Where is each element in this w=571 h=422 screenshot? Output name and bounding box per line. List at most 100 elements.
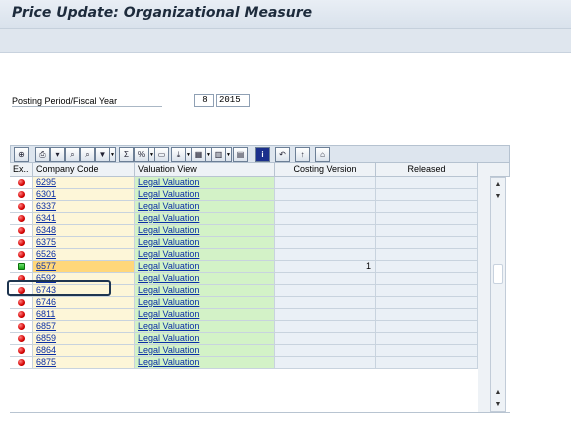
- valuation-view-link[interactable]: Legal Valuation: [138, 273, 199, 283]
- set-filter-icon[interactable]: ▼: [95, 147, 110, 162]
- costing-version-cell[interactable]: [275, 345, 376, 357]
- company-code-cell[interactable]: 6857: [33, 321, 135, 333]
- valuation-view-link[interactable]: Legal Valuation: [138, 345, 199, 355]
- table-row[interactable]: 6301 Legal Valuation: [10, 189, 478, 201]
- valuation-view-cell[interactable]: Legal Valuation: [135, 213, 275, 225]
- company-code-cell[interactable]: 6348: [33, 225, 135, 237]
- table-row[interactable]: 6295 Legal Valuation: [10, 177, 478, 189]
- company-code-link[interactable]: 6526: [36, 249, 56, 259]
- valuation-view-cell[interactable]: Legal Valuation: [135, 273, 275, 285]
- valuation-view-cell[interactable]: Legal Valuation: [135, 177, 275, 189]
- company-code-link[interactable]: 6337: [36, 201, 56, 211]
- scroll-down-page-icon[interactable]: ▼: [491, 190, 505, 202]
- table-row[interactable]: 6811 Legal Valuation: [10, 309, 478, 321]
- upload-icon[interactable]: ↑: [295, 147, 310, 162]
- find-icon[interactable]: ⌕: [65, 147, 80, 162]
- valuation-view-link[interactable]: Legal Valuation: [138, 249, 199, 259]
- valuation-view-cell[interactable]: Legal Valuation: [135, 201, 275, 213]
- valuation-view-link[interactable]: Legal Valuation: [138, 201, 199, 211]
- costing-version-cell[interactable]: [275, 213, 376, 225]
- released-cell[interactable]: [376, 201, 478, 213]
- column-header-valuation-view[interactable]: Valuation View: [135, 163, 275, 177]
- company-code-cell[interactable]: 6337: [33, 201, 135, 213]
- column-header-company-code[interactable]: Company Code: [33, 163, 135, 177]
- costing-version-cell[interactable]: [275, 297, 376, 309]
- company-code-link[interactable]: 6857: [36, 321, 56, 331]
- released-cell[interactable]: [376, 297, 478, 309]
- company-code-link[interactable]: 6743: [36, 285, 56, 295]
- valuation-view-link[interactable]: Legal Valuation: [138, 357, 199, 367]
- company-code-cell[interactable]: 6295: [33, 177, 135, 189]
- released-cell[interactable]: [376, 345, 478, 357]
- spreadsheet-icon[interactable]: ▦: [191, 147, 206, 162]
- valuation-view-cell[interactable]: Legal Valuation: [135, 333, 275, 345]
- table-row[interactable]: 6526 Legal Valuation: [10, 249, 478, 261]
- company-code-cell[interactable]: 6864: [33, 345, 135, 357]
- sum-icon[interactable]: Σ: [119, 147, 134, 162]
- select-layout-icon[interactable]: ▤: [233, 147, 248, 162]
- company-code-cell[interactable]: 6375: [33, 237, 135, 249]
- table-row[interactable]: 6592 Legal Valuation: [10, 273, 478, 285]
- table-row[interactable]: 6857 Legal Valuation: [10, 321, 478, 333]
- company-code-link[interactable]: 6301: [36, 189, 56, 199]
- company-code-cell[interactable]: 6526: [33, 249, 135, 261]
- details-icon[interactable]: ⊕: [14, 147, 29, 162]
- company-code-link[interactable]: 6746: [36, 297, 56, 307]
- subtotal-icon[interactable]: %: [134, 147, 149, 162]
- company-code-cell[interactable]: 6859: [33, 333, 135, 345]
- company-code-cell[interactable]: 6743: [33, 285, 135, 297]
- scroll-up-icon[interactable]: ▲: [491, 386, 505, 398]
- scrollbar-thumb[interactable]: [493, 264, 503, 284]
- filter-down-icon[interactable]: ▾: [50, 147, 65, 162]
- costing-version-cell[interactable]: [275, 321, 376, 333]
- valuation-view-link[interactable]: Legal Valuation: [138, 261, 199, 271]
- costing-version-cell[interactable]: [275, 333, 376, 345]
- costing-version-cell[interactable]: 1: [275, 261, 376, 273]
- table-row[interactable]: 6875 Legal Valuation: [10, 357, 478, 369]
- table-row[interactable]: 6337 Legal Valuation: [10, 201, 478, 213]
- released-cell[interactable]: [376, 273, 478, 285]
- valuation-view-cell[interactable]: Legal Valuation: [135, 189, 275, 201]
- valuation-view-link[interactable]: Legal Valuation: [138, 333, 199, 343]
- company-code-link[interactable]: 6375: [36, 237, 56, 247]
- table-row[interactable]: 6864 Legal Valuation: [10, 345, 478, 357]
- table-row[interactable]: 6746 Legal Valuation: [10, 297, 478, 309]
- company-code-link[interactable]: 6864: [36, 345, 56, 355]
- company-code-link[interactable]: 6592: [36, 273, 56, 283]
- table-row[interactable]: 6375 Legal Valuation: [10, 237, 478, 249]
- released-cell[interactable]: [376, 321, 478, 333]
- valuation-view-link[interactable]: Legal Valuation: [138, 237, 199, 247]
- company-code-cell[interactable]: 6577: [33, 261, 135, 273]
- scroll-bottom-icon[interactable]: ▼: [491, 398, 505, 410]
- released-cell[interactable]: [376, 249, 478, 261]
- costing-version-cell[interactable]: [275, 249, 376, 261]
- export-icon[interactable]: ⤓: [171, 147, 186, 162]
- released-cell[interactable]: [376, 285, 478, 297]
- company-code-link[interactable]: 6859: [36, 333, 56, 343]
- print-preview-icon[interactable]: ▭: [154, 147, 169, 162]
- valuation-view-cell[interactable]: Legal Valuation: [135, 297, 275, 309]
- valuation-view-link[interactable]: Legal Valuation: [138, 309, 199, 319]
- costing-version-cell[interactable]: [275, 201, 376, 213]
- valuation-view-cell[interactable]: Legal Valuation: [135, 345, 275, 357]
- column-header-released[interactable]: Released: [376, 163, 478, 177]
- company-code-cell[interactable]: 6592: [33, 273, 135, 285]
- company-code-link[interactable]: 6811: [36, 309, 55, 319]
- company-code-link[interactable]: 6875: [36, 357, 56, 367]
- info-icon[interactable]: i: [255, 147, 270, 162]
- valuation-view-link[interactable]: Legal Valuation: [138, 177, 199, 187]
- valuation-view-link[interactable]: Legal Valuation: [138, 225, 199, 235]
- company-code-link[interactable]: 6577: [36, 261, 56, 271]
- company-code-link[interactable]: 6295: [36, 177, 56, 187]
- find-next-icon[interactable]: ⌕: [80, 147, 95, 162]
- fiscal-year-field[interactable]: 2015: [216, 94, 250, 107]
- valuation-view-cell[interactable]: Legal Valuation: [135, 321, 275, 333]
- costing-version-cell[interactable]: [275, 309, 376, 321]
- table-row[interactable]: 6859 Legal Valuation: [10, 333, 478, 345]
- released-cell[interactable]: [376, 309, 478, 321]
- column-header-costing-version[interactable]: Costing Version: [275, 163, 376, 177]
- costing-version-cell[interactable]: [275, 225, 376, 237]
- valuation-view-cell[interactable]: Legal Valuation: [135, 225, 275, 237]
- costing-version-cell[interactable]: [275, 273, 376, 285]
- valuation-view-link[interactable]: Legal Valuation: [138, 321, 199, 331]
